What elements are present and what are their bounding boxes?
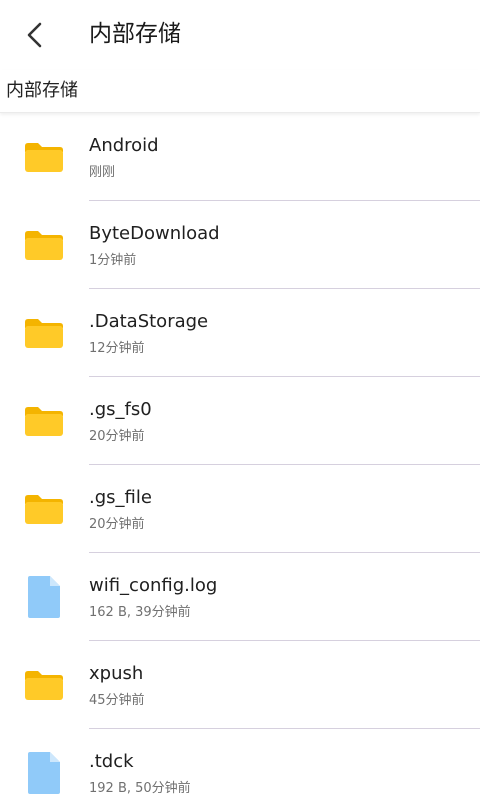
file-row[interactable]: xpush 45分钟前 [0,641,480,729]
file-meta: 20分钟前 [89,517,145,532]
document-icon [22,573,66,621]
folder-icon [22,313,66,353]
file-name: .DataStorage [89,311,209,332]
file-name: .gs_file [89,487,152,508]
file-meta: 45分钟前 [89,693,145,708]
file-row[interactable]: .tdck 192 B, 50分钟前 [0,729,480,800]
breadcrumb-item-internal-storage[interactable]: 内部存储 [6,80,78,101]
file-row[interactable]: Android 刚刚 [0,113,480,201]
folder-icon [22,665,66,705]
file-manager-screen: 内部存储 内部存储 Android 刚刚 ByteDownload 1分钟前 .… [0,0,480,800]
file-name: xpush [89,663,144,684]
file-row[interactable]: ByteDownload 1分钟前 [0,201,480,289]
page-title: 内部存储 [89,21,181,47]
file-meta: 1分钟前 [89,253,137,268]
file-name: wifi_config.log [89,575,218,596]
file-name: Android [89,135,159,156]
file-meta: 刚刚 [89,165,116,180]
file-meta: 12分钟前 [89,341,145,356]
file-row[interactable]: wifi_config.log 162 B, 39分钟前 [0,553,480,641]
file-row[interactable]: .DataStorage 12分钟前 [0,289,480,377]
file-meta: 20分钟前 [89,429,145,444]
file-row[interactable]: .gs_file 20分钟前 [0,465,480,553]
folder-icon [22,225,66,265]
folder-icon [22,489,66,529]
top-app-bar: 内部存储 [0,0,480,70]
file-name: .gs_fs0 [89,399,152,420]
chevron-left-icon [27,22,42,48]
folder-icon [22,137,66,177]
file-list: Android 刚刚 ByteDownload 1分钟前 .DataStorag… [0,113,480,800]
breadcrumb[interactable]: 内部存储 [0,70,480,113]
back-button[interactable] [16,16,54,54]
file-name: ByteDownload [89,223,220,244]
folder-icon [22,401,66,441]
file-meta: 162 B, 39分钟前 [89,605,191,620]
document-icon [22,749,66,797]
file-name: .tdck [89,751,134,772]
file-meta: 192 B, 50分钟前 [89,781,191,796]
file-row[interactable]: .gs_fs0 20分钟前 [0,377,480,465]
